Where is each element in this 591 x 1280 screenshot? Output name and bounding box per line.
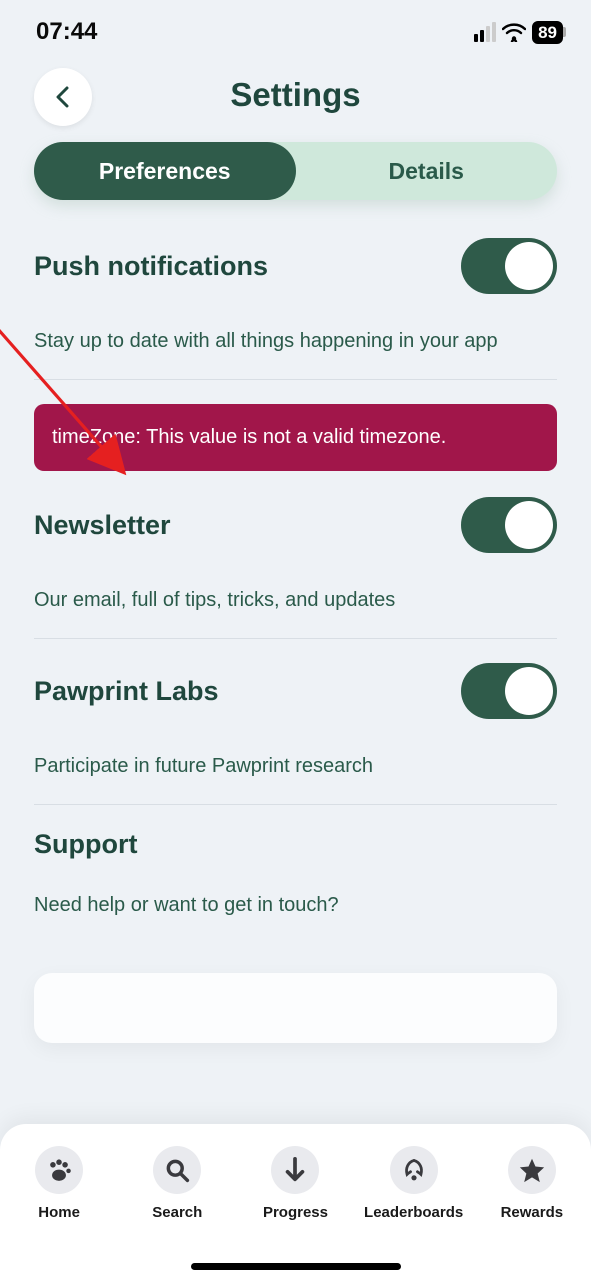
tab-rewards-label: Rewards bbox=[501, 1204, 564, 1221]
push-toggle[interactable] bbox=[461, 238, 557, 294]
tab-home-label: Home bbox=[38, 1204, 80, 1221]
tab-preferences[interactable]: Preferences bbox=[34, 142, 296, 200]
content: Push notifications Stay up to date with … bbox=[0, 200, 591, 943]
section-labs: Pawprint Labs Participate in future Pawp… bbox=[34, 663, 557, 805]
error-banner: timeZone: This value is not a valid time… bbox=[34, 404, 557, 471]
home-indicator bbox=[191, 1263, 401, 1270]
segmented-control: Preferences Details bbox=[34, 142, 557, 200]
page-title: Settings bbox=[34, 76, 557, 114]
arrow-down-icon bbox=[271, 1146, 319, 1194]
segmented-control-wrap: Preferences Details bbox=[0, 142, 591, 200]
status-bar: 07:44 89 bbox=[0, 0, 591, 56]
row-labs: Pawprint Labs bbox=[34, 663, 557, 719]
tab-progress-label: Progress bbox=[263, 1204, 328, 1221]
labs-desc: Participate in future Pawprint research bbox=[34, 755, 557, 778]
support-title: Support bbox=[34, 829, 557, 860]
laurel-icon bbox=[390, 1146, 438, 1194]
tab-leaderboards[interactable]: Leaderboards bbox=[359, 1146, 469, 1221]
status-right: 89 bbox=[474, 21, 563, 44]
newsletter-desc: Our email, full of tips, tricks, and upd… bbox=[34, 589, 557, 612]
tab-rewards[interactable]: Rewards bbox=[477, 1146, 587, 1221]
support-card[interactable] bbox=[34, 973, 557, 1043]
row-newsletter: Newsletter bbox=[34, 497, 557, 553]
battery-icon: 89 bbox=[532, 21, 563, 44]
tab-leaderboards-label: Leaderboards bbox=[364, 1204, 463, 1221]
tab-search-label: Search bbox=[152, 1204, 202, 1221]
section-support: Support Need help or want to get in touc… bbox=[34, 829, 557, 943]
header: Settings bbox=[0, 56, 591, 142]
paw-icon bbox=[35, 1146, 83, 1194]
back-button[interactable] bbox=[34, 68, 92, 126]
star-icon bbox=[508, 1146, 556, 1194]
tab-home[interactable]: Home bbox=[4, 1146, 114, 1221]
cellular-icon bbox=[474, 22, 496, 42]
push-desc: Stay up to date with all things happenin… bbox=[34, 330, 557, 353]
tab-search[interactable]: Search bbox=[122, 1146, 232, 1221]
newsletter-toggle[interactable] bbox=[461, 497, 557, 553]
newsletter-title: Newsletter bbox=[34, 510, 171, 541]
push-title: Push notifications bbox=[34, 251, 268, 282]
search-icon bbox=[153, 1146, 201, 1194]
labs-toggle[interactable] bbox=[461, 663, 557, 719]
tab-details[interactable]: Details bbox=[296, 142, 558, 200]
tab-progress[interactable]: Progress bbox=[240, 1146, 350, 1221]
status-time: 07:44 bbox=[36, 18, 97, 46]
section-newsletter: Newsletter Our email, full of tips, tric… bbox=[34, 497, 557, 639]
wifi-icon bbox=[502, 22, 526, 42]
row-push: Push notifications bbox=[34, 238, 557, 294]
chevron-left-icon bbox=[53, 86, 73, 108]
tabbar: Home Search Progress Leaderboards Reward… bbox=[0, 1124, 591, 1280]
section-push: Push notifications Stay up to date with … bbox=[34, 238, 557, 380]
labs-title: Pawprint Labs bbox=[34, 676, 219, 707]
support-desc: Need help or want to get in touch? bbox=[34, 894, 557, 917]
